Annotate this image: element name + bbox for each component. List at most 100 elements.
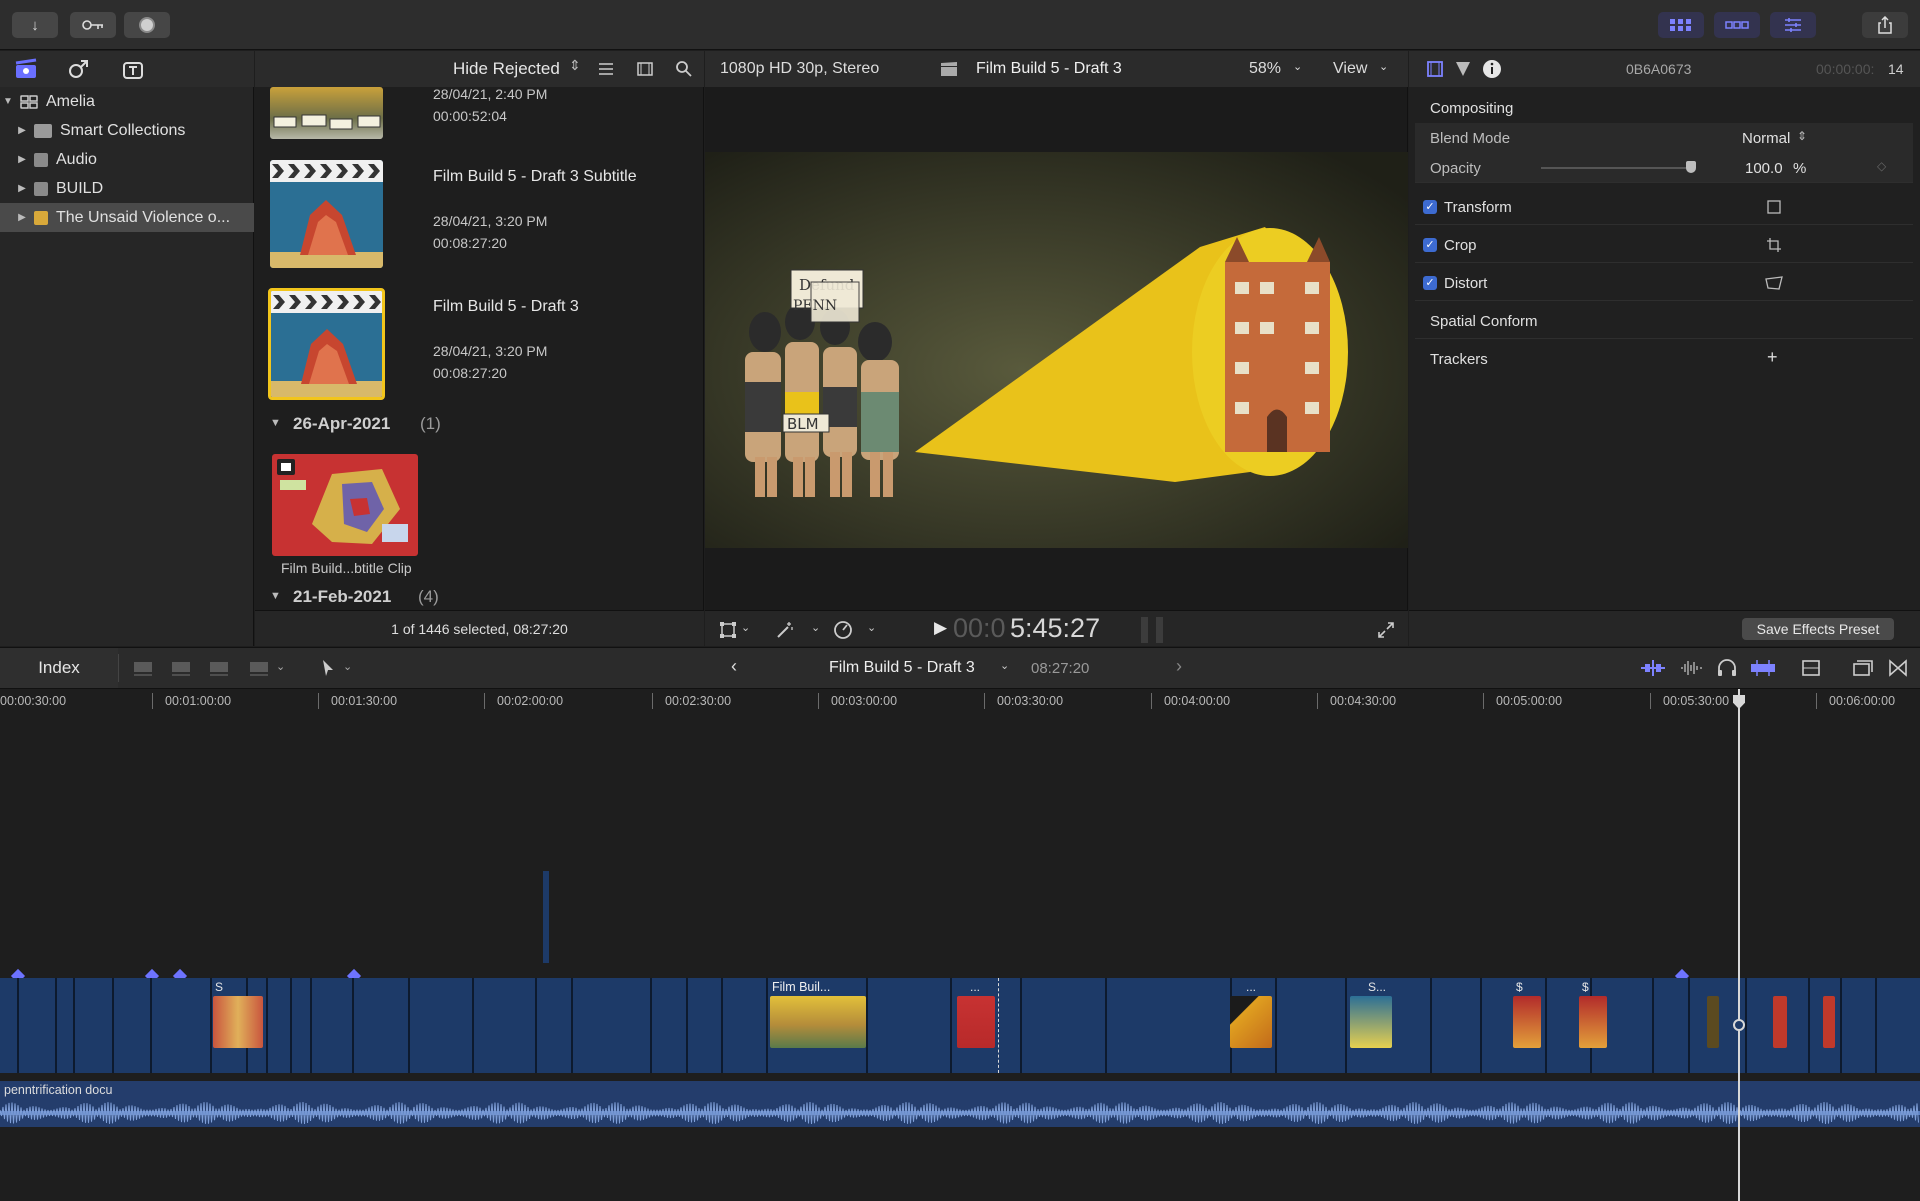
clip-edge[interactable] bbox=[310, 978, 312, 1073]
clip-thumbnail-selected[interactable] bbox=[268, 288, 385, 400]
video-frame[interactable]: Defund PENN BLM bbox=[705, 152, 1408, 548]
clip-thumbnail[interactable] bbox=[1823, 996, 1835, 1048]
crop-onscreen-icon[interactable] bbox=[1767, 238, 1781, 252]
browser-toggle-button[interactable] bbox=[1658, 12, 1704, 38]
clip-edge[interactable] bbox=[1020, 978, 1022, 1073]
save-effects-preset-button[interactable]: Save Effects Preset bbox=[1742, 618, 1894, 640]
zoom-popup[interactable]: 58% bbox=[1249, 60, 1281, 78]
libraries-icon[interactable] bbox=[14, 58, 38, 80]
solo-icon[interactable] bbox=[1750, 659, 1776, 677]
clip-appearance-icon[interactable] bbox=[1801, 659, 1821, 677]
clip-thumbnail[interactable] bbox=[1579, 996, 1607, 1048]
color-inspector-icon[interactable] bbox=[1454, 60, 1472, 78]
clip-edge[interactable] bbox=[1545, 978, 1547, 1073]
primary-storyline[interactable]: S Film Buil... ... ... S... $ $ bbox=[0, 978, 1920, 1073]
blend-mode-popup[interactable]: Normal bbox=[1742, 130, 1790, 147]
disclosure-right-icon[interactable]: ▶ bbox=[14, 183, 30, 194]
clip-edge[interactable] bbox=[1875, 978, 1877, 1073]
index-button[interactable]: Index bbox=[0, 648, 118, 688]
chevron-down-icon[interactable]: ⌄ bbox=[276, 660, 285, 673]
clip-thumbnail[interactable] bbox=[1773, 996, 1787, 1048]
clip-edge[interactable] bbox=[472, 978, 474, 1073]
clip-edge[interactable] bbox=[686, 978, 688, 1073]
distort-onscreen-icon[interactable] bbox=[1765, 276, 1783, 290]
clip-edge[interactable] bbox=[1808, 978, 1810, 1073]
clip-edge[interactable] bbox=[950, 978, 952, 1073]
headphones-icon[interactable] bbox=[1716, 659, 1738, 677]
search-icon[interactable] bbox=[675, 60, 693, 78]
speed-gauge-icon[interactable] bbox=[833, 620, 853, 640]
chevron-down-icon[interactable]: ⌄ bbox=[741, 621, 750, 634]
timeline-area[interactable]: S Film Buil... ... ... S... $ $ penntrif… bbox=[0, 689, 1920, 1201]
keywords-button[interactable] bbox=[70, 12, 116, 38]
titles-generators-icon[interactable] bbox=[121, 58, 145, 80]
play-button[interactable]: ▶ bbox=[934, 618, 947, 638]
audio-skimming-icon[interactable] bbox=[1679, 659, 1703, 677]
list-view-icon[interactable] bbox=[598, 61, 614, 77]
crop-row[interactable]: ✓ Crop bbox=[1415, 227, 1913, 263]
filmstrip-icon[interactable] bbox=[637, 61, 653, 77]
import-button[interactable]: ↓ bbox=[12, 12, 58, 38]
clip-thumbnail[interactable] bbox=[770, 996, 866, 1048]
connected-clip[interactable] bbox=[543, 871, 549, 963]
clip-edge[interactable] bbox=[535, 978, 537, 1073]
chevron-down-icon[interactable]: ⌄ bbox=[867, 621, 876, 634]
filter-popup[interactable]: Hide Rejected bbox=[453, 59, 560, 79]
disclosure-down-icon[interactable]: ▼ bbox=[270, 417, 281, 429]
clip-thumbnail[interactable] bbox=[1350, 996, 1392, 1048]
trackers-row[interactable]: Trackers + bbox=[1415, 341, 1913, 377]
library-item-amelia[interactable]: ▼ Amelia bbox=[0, 87, 254, 116]
disclosure-down-icon[interactable]: ▼ bbox=[0, 96, 16, 107]
edit-point[interactable] bbox=[998, 978, 999, 1073]
clip-edge[interactable] bbox=[1688, 978, 1690, 1073]
fullscreen-icon[interactable] bbox=[1377, 621, 1395, 639]
clip-thumbnail[interactable] bbox=[272, 454, 418, 556]
clip-edge[interactable] bbox=[1345, 978, 1347, 1073]
clip-edge[interactable] bbox=[1275, 978, 1277, 1073]
timeline-index-view-icon[interactable] bbox=[1852, 659, 1874, 677]
photos-audio-icon[interactable] bbox=[67, 58, 91, 80]
audio-track[interactable]: penntrification docu bbox=[0, 1081, 1920, 1127]
share-button[interactable] bbox=[1862, 12, 1908, 38]
clip-edge[interactable] bbox=[17, 978, 19, 1073]
clip-thumbnail[interactable] bbox=[270, 160, 383, 268]
add-tracker-icon[interactable]: + bbox=[1767, 347, 1778, 368]
transform-row[interactable]: ✓ Transform bbox=[1415, 189, 1913, 225]
sidebar-item-smart-collections[interactable]: ▶ Smart Collections bbox=[0, 116, 254, 145]
clip-edge[interactable] bbox=[1480, 978, 1482, 1073]
background-tasks-button[interactable] bbox=[124, 12, 170, 38]
timeline-ruler[interactable]: 00:00:30:00 00:01:00:00 00:01:30:00 00:0… bbox=[0, 689, 1920, 713]
timeline-project-title[interactable]: Film Build 5 - Draft 3 bbox=[829, 659, 975, 677]
playhead[interactable] bbox=[1738, 689, 1740, 1201]
clip-edge[interactable] bbox=[150, 978, 152, 1073]
select-tool-arrow-icon[interactable] bbox=[321, 659, 337, 677]
clip-edge[interactable] bbox=[1105, 978, 1107, 1073]
clip-edge[interactable] bbox=[290, 978, 292, 1073]
timecode-display[interactable]: 5:45:27 bbox=[1010, 613, 1100, 644]
clip-edge[interactable] bbox=[112, 978, 114, 1073]
snapping-icon[interactable] bbox=[1640, 659, 1666, 677]
clip-edge[interactable] bbox=[266, 978, 268, 1073]
opacity-value-field[interactable]: 100.0 bbox=[1745, 160, 1783, 177]
view-popup[interactable]: View bbox=[1333, 60, 1367, 78]
transform-onscreen-icon[interactable] bbox=[1767, 200, 1781, 214]
clip-edge[interactable] bbox=[55, 978, 57, 1073]
clip-thumbnail[interactable] bbox=[957, 996, 995, 1048]
sidebar-item-unsaid-violence[interactable]: ▶ The Unsaid Violence o... bbox=[0, 203, 254, 232]
transitions-browser-icon[interactable] bbox=[1888, 659, 1908, 677]
disclosure-right-icon[interactable]: ▶ bbox=[14, 212, 30, 223]
clip-edge[interactable] bbox=[571, 978, 573, 1073]
magic-wand-icon[interactable] bbox=[775, 620, 795, 640]
disclosure-right-icon[interactable]: ▶ bbox=[14, 125, 30, 136]
crop-checkbox[interactable]: ✓ bbox=[1423, 238, 1437, 252]
distort-row[interactable]: ✓ Distort bbox=[1415, 265, 1913, 301]
clip-thumbnail[interactable] bbox=[213, 996, 263, 1048]
spatial-conform-row[interactable]: Spatial Conform bbox=[1415, 303, 1913, 339]
chevron-down-icon[interactable]: ⌄ bbox=[1000, 659, 1009, 672]
clip-edge[interactable] bbox=[721, 978, 723, 1073]
clip-edge[interactable] bbox=[352, 978, 354, 1073]
clip-edge[interactable] bbox=[1652, 978, 1654, 1073]
clip-edge[interactable] bbox=[408, 978, 410, 1073]
clip-edge[interactable] bbox=[1745, 978, 1747, 1073]
disclosure-down-icon[interactable]: ▼ bbox=[270, 590, 281, 602]
